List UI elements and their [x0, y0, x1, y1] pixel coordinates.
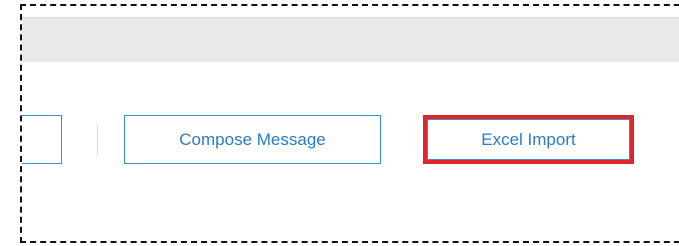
- partial-button[interactable]: [22, 115, 62, 164]
- top-strip: [22, 6, 679, 16]
- excel-import-button-inner: Excel Import: [427, 119, 630, 160]
- excel-import-label: Excel Import: [481, 129, 576, 149]
- excel-import-button[interactable]: Excel Import: [423, 115, 634, 164]
- action-toolbar: Compose Message Excel Import: [22, 62, 679, 241]
- header-bar: [22, 17, 679, 64]
- toolbar-separator: [97, 125, 98, 155]
- compose-message-label: Compose Message: [179, 129, 326, 149]
- compose-message-button[interactable]: Compose Message: [124, 115, 381, 164]
